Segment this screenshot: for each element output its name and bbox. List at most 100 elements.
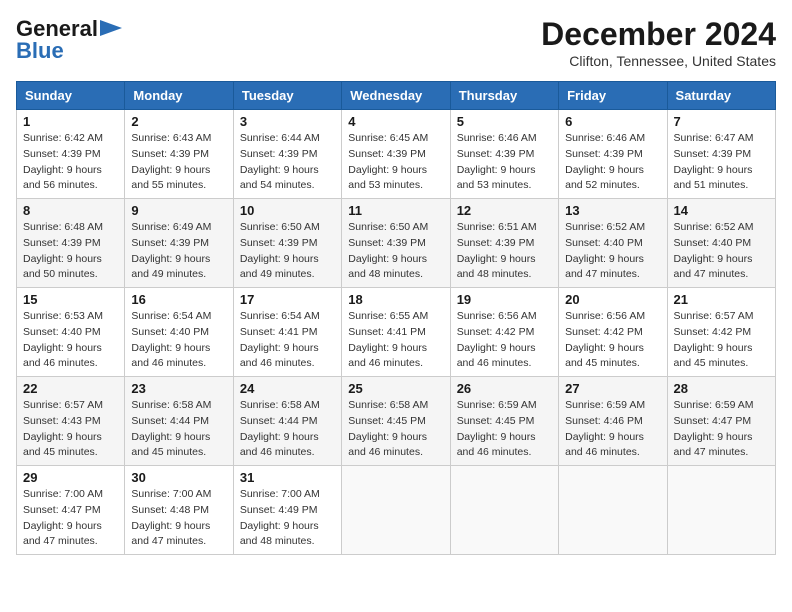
day-info: Sunrise: 6:42 AMSunset: 4:39 PMDaylight:… bbox=[23, 131, 118, 194]
day-info: Sunrise: 6:46 AMSunset: 4:39 PMDaylight:… bbox=[457, 131, 552, 194]
day-info: Sunrise: 6:54 AMSunset: 4:40 PMDaylight:… bbox=[131, 309, 226, 372]
day-number: 14 bbox=[674, 203, 769, 218]
header-tuesday: Tuesday bbox=[233, 82, 341, 110]
day-info: Sunrise: 6:59 AMSunset: 4:47 PMDaylight:… bbox=[674, 398, 769, 461]
table-row: 24Sunrise: 6:58 AMSunset: 4:44 PMDayligh… bbox=[233, 377, 341, 466]
logo: General Blue bbox=[16, 16, 122, 64]
day-number: 12 bbox=[457, 203, 552, 218]
day-number: 27 bbox=[565, 381, 660, 396]
table-row: 5 Sunrise: 6:46 AMSunset: 4:39 PMDaylight… bbox=[450, 110, 558, 199]
day-number: 26 bbox=[457, 381, 552, 396]
table-row: 11 Sunrise: 6:50 AMSunset: 4:39 PMDayligh… bbox=[342, 199, 450, 288]
day-number: 7 bbox=[674, 114, 769, 129]
day-number: 11 bbox=[348, 203, 443, 218]
day-info: Sunrise: 6:49 AMSunset: 4:39 PMDaylight:… bbox=[131, 220, 226, 283]
table-row: 6Sunrise: 6:46 AMSunset: 4:39 PMDaylight… bbox=[559, 110, 667, 199]
table-row: 17Sunrise: 6:54 AMSunset: 4:41 PMDayligh… bbox=[233, 288, 341, 377]
day-info: Sunrise: 7:00 AMSunset: 4:48 PMDaylight:… bbox=[131, 487, 226, 550]
table-row: 2 Sunrise: 6:43 AMSunset: 4:39 PMDaylight… bbox=[125, 110, 233, 199]
day-info: Sunrise: 6:52 AMSunset: 4:40 PMDaylight:… bbox=[674, 220, 769, 283]
day-info: Sunrise: 6:52 AMSunset: 4:40 PMDaylight:… bbox=[565, 220, 660, 283]
table-row: 13Sunrise: 6:52 AMSunset: 4:40 PMDayligh… bbox=[559, 199, 667, 288]
table-row: 27 Sunrise: 6:59 AMSunset: 4:46 PMDayligh… bbox=[559, 377, 667, 466]
day-number: 10 bbox=[240, 203, 335, 218]
day-info: Sunrise: 7:00 AMSunset: 4:47 PMDaylight:… bbox=[23, 487, 118, 550]
day-number: 9 bbox=[131, 203, 226, 218]
day-info: Sunrise: 6:47 AMSunset: 4:39 PMDaylight:… bbox=[674, 131, 769, 194]
day-number: 5 bbox=[457, 114, 552, 129]
day-number: 19 bbox=[457, 292, 552, 307]
table-row: 18Sunrise: 6:55 AMSunset: 4:41 PMDayligh… bbox=[342, 288, 450, 377]
table-row: 30 Sunrise: 7:00 AMSunset: 4:48 PMDayligh… bbox=[125, 466, 233, 555]
table-row: 31 Sunrise: 7:00 AMSunset: 4:49 PMDayligh… bbox=[233, 466, 341, 555]
table-row: 23 Sunrise: 6:58 AMSunset: 4:44 PMDayligh… bbox=[125, 377, 233, 466]
day-info: Sunrise: 6:45 AMSunset: 4:39 PMDaylight:… bbox=[348, 131, 443, 194]
day-number: 3 bbox=[240, 114, 335, 129]
day-info: Sunrise: 6:55 AMSunset: 4:41 PMDaylight:… bbox=[348, 309, 443, 372]
logo-blue-text: Blue bbox=[16, 38, 64, 64]
table-row: 8 Sunrise: 6:48 AMSunset: 4:39 PMDaylight… bbox=[17, 199, 125, 288]
calendar-week-row: 1Sunrise: 6:42 AMSunset: 4:39 PMDaylight… bbox=[17, 110, 776, 199]
month-title: December 2024 bbox=[541, 16, 776, 53]
header-saturday: Saturday bbox=[667, 82, 775, 110]
header-wednesday: Wednesday bbox=[342, 82, 450, 110]
day-info: Sunrise: 6:53 AMSunset: 4:40 PMDaylight:… bbox=[23, 309, 118, 372]
table-row: 10 Sunrise: 6:50 AMSunset: 4:39 PMDayligh… bbox=[233, 199, 341, 288]
day-number: 4 bbox=[348, 114, 443, 129]
day-number: 6 bbox=[565, 114, 660, 129]
day-info: Sunrise: 6:57 AMSunset: 4:43 PMDaylight:… bbox=[23, 398, 118, 461]
table-row bbox=[667, 466, 775, 555]
table-row: 16 Sunrise: 6:54 AMSunset: 4:40 PMDayligh… bbox=[125, 288, 233, 377]
day-number: 8 bbox=[23, 203, 118, 218]
day-info: Sunrise: 6:51 AMSunset: 4:39 PMDaylight:… bbox=[457, 220, 552, 283]
day-info: Sunrise: 6:50 AMSunset: 4:39 PMDaylight:… bbox=[240, 220, 335, 283]
table-row: 21Sunrise: 6:57 AMSunset: 4:42 PMDayligh… bbox=[667, 288, 775, 377]
day-number: 15 bbox=[23, 292, 118, 307]
table-row: 14 Sunrise: 6:52 AMSunset: 4:40 PMDayligh… bbox=[667, 199, 775, 288]
day-number: 21 bbox=[674, 292, 769, 307]
calendar-week-row: 15 Sunrise: 6:53 AMSunset: 4:40 PMDayligh… bbox=[17, 288, 776, 377]
table-row bbox=[559, 466, 667, 555]
day-info: Sunrise: 6:58 AMSunset: 4:44 PMDaylight:… bbox=[131, 398, 226, 461]
table-row: 29 Sunrise: 7:00 AMSunset: 4:47 PMDayligh… bbox=[17, 466, 125, 555]
day-info: Sunrise: 7:00 AMSunset: 4:49 PMDaylight:… bbox=[240, 487, 335, 550]
table-row: 25Sunrise: 6:58 AMSunset: 4:45 PMDayligh… bbox=[342, 377, 450, 466]
table-row: 15 Sunrise: 6:53 AMSunset: 4:40 PMDayligh… bbox=[17, 288, 125, 377]
day-number: 22 bbox=[23, 381, 118, 396]
day-info: Sunrise: 6:56 AMSunset: 4:42 PMDaylight:… bbox=[457, 309, 552, 372]
day-info: Sunrise: 6:48 AMSunset: 4:39 PMDaylight:… bbox=[23, 220, 118, 283]
day-number: 16 bbox=[131, 292, 226, 307]
day-number: 30 bbox=[131, 470, 226, 485]
table-row: 7 Sunrise: 6:47 AMSunset: 4:39 PMDaylight… bbox=[667, 110, 775, 199]
header-thursday: Thursday bbox=[450, 82, 558, 110]
table-row: 20Sunrise: 6:56 AMSunset: 4:42 PMDayligh… bbox=[559, 288, 667, 377]
day-number: 31 bbox=[240, 470, 335, 485]
table-row: 4 Sunrise: 6:45 AMSunset: 4:39 PMDaylight… bbox=[342, 110, 450, 199]
calendar-week-row: 29 Sunrise: 7:00 AMSunset: 4:47 PMDayligh… bbox=[17, 466, 776, 555]
table-row bbox=[342, 466, 450, 555]
header: General Blue December 2024 Clifton, Tenn… bbox=[16, 16, 776, 69]
calendar-table: Sunday Monday Tuesday Wednesday Thursday… bbox=[16, 81, 776, 555]
table-row: 3 Sunrise: 6:44 AMSunset: 4:39 PMDaylight… bbox=[233, 110, 341, 199]
day-info: Sunrise: 6:56 AMSunset: 4:42 PMDaylight:… bbox=[565, 309, 660, 372]
day-info: Sunrise: 6:59 AMSunset: 4:46 PMDaylight:… bbox=[565, 398, 660, 461]
table-row: 9 Sunrise: 6:49 AMSunset: 4:39 PMDaylight… bbox=[125, 199, 233, 288]
table-row: 22 Sunrise: 6:57 AMSunset: 4:43 PMDayligh… bbox=[17, 377, 125, 466]
table-row bbox=[450, 466, 558, 555]
location: Clifton, Tennessee, United States bbox=[541, 53, 776, 69]
day-number: 29 bbox=[23, 470, 118, 485]
day-info: Sunrise: 6:50 AMSunset: 4:39 PMDaylight:… bbox=[348, 220, 443, 283]
calendar-header-row: Sunday Monday Tuesday Wednesday Thursday… bbox=[17, 82, 776, 110]
day-info: Sunrise: 6:59 AMSunset: 4:45 PMDaylight:… bbox=[457, 398, 552, 461]
calendar-week-row: 8 Sunrise: 6:48 AMSunset: 4:39 PMDaylight… bbox=[17, 199, 776, 288]
day-number: 2 bbox=[131, 114, 226, 129]
day-info: Sunrise: 6:43 AMSunset: 4:39 PMDaylight:… bbox=[131, 131, 226, 194]
day-number: 28 bbox=[674, 381, 769, 396]
day-number: 25 bbox=[348, 381, 443, 396]
header-sunday: Sunday bbox=[17, 82, 125, 110]
table-row: 1Sunrise: 6:42 AMSunset: 4:39 PMDaylight… bbox=[17, 110, 125, 199]
day-number: 17 bbox=[240, 292, 335, 307]
day-number: 23 bbox=[131, 381, 226, 396]
table-row: 19 Sunrise: 6:56 AMSunset: 4:42 PMDayligh… bbox=[450, 288, 558, 377]
day-info: Sunrise: 6:44 AMSunset: 4:39 PMDaylight:… bbox=[240, 131, 335, 194]
